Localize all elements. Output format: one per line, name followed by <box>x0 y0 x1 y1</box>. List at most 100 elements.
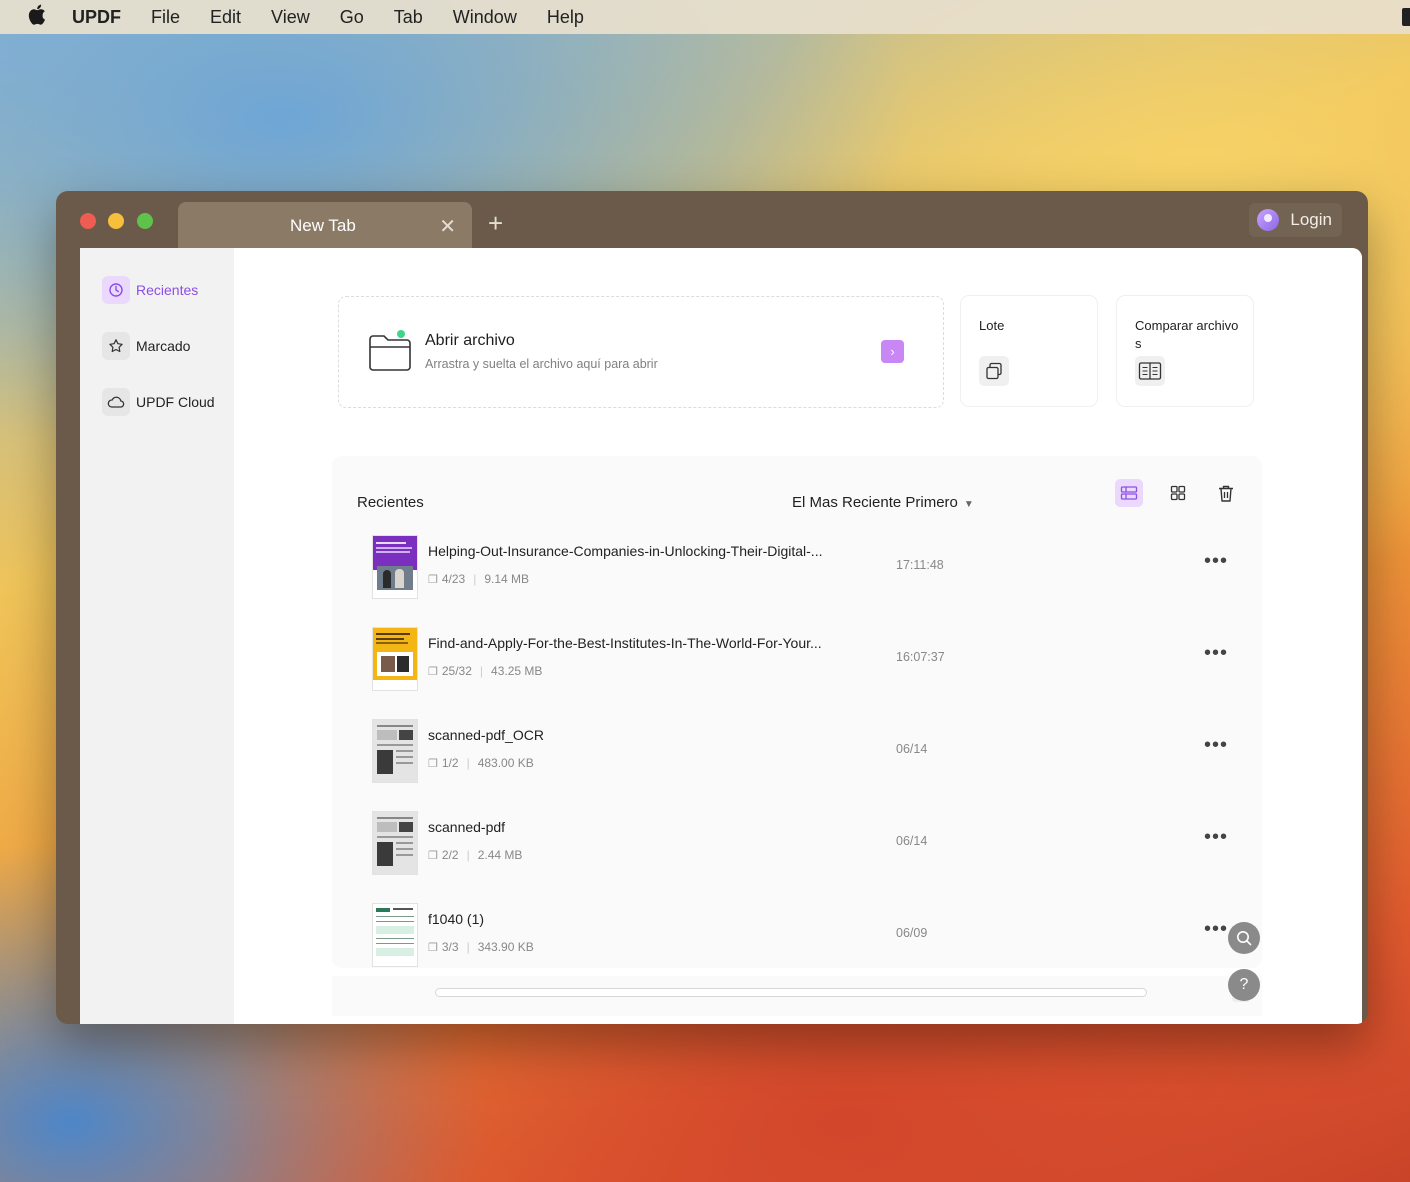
close-window-button[interactable] <box>80 213 96 229</box>
batch-label: Lote <box>979 318 1005 333</box>
compare-icon <box>1135 356 1165 386</box>
more-options-icon[interactable]: ••• <box>1204 550 1228 573</box>
open-file-title: Abrir archivo <box>425 332 515 349</box>
sidebar-item-marcado[interactable]: Marcado <box>102 332 198 360</box>
list-view-button[interactable] <box>1115 479 1143 507</box>
search-button[interactable] <box>1228 922 1260 954</box>
star-icon <box>102 332 130 360</box>
more-options-icon[interactable]: ••• <box>1204 734 1228 757</box>
sort-label: El Mas Reciente Primero <box>792 494 958 511</box>
more-options-icon[interactable]: ••• <box>1204 918 1228 941</box>
file-size: 343.90 KB <box>477 940 534 954</box>
zoom-window-button[interactable] <box>137 213 153 229</box>
app-window: New Tab ✕ + Login Recientes Marcado UPDF… <box>56 191 1368 1024</box>
file-size: 2.44 MB <box>477 848 523 862</box>
close-tab-icon[interactable]: ✕ <box>439 214 456 239</box>
menu-file[interactable]: File <box>151 7 180 28</box>
minimize-window-button[interactable] <box>108 213 124 229</box>
more-options-icon[interactable]: ••• <box>1204 642 1228 665</box>
menu-edit[interactable]: Edit <box>210 7 241 28</box>
batch-icon <box>979 356 1009 386</box>
recent-files-title: Recientes <box>357 494 424 511</box>
caret-down-icon: ▼ <box>963 499 974 510</box>
file-name[interactable]: f1040 (1) <box>428 911 484 927</box>
horizontal-scrollbar[interactable] <box>435 988 1147 997</box>
delete-button[interactable] <box>1212 479 1240 507</box>
file-pages: 1/2 <box>441 756 459 770</box>
main-area: Abrir archivo Arrastra y suelta el archi… <box>234 248 1362 1024</box>
user-avatar-icon <box>1257 209 1280 231</box>
file-row[interactable]: scanned-pdf_OCR ❐ 1/2 | 483.00 KB 06/14 ••• <box>332 708 1262 800</box>
menu-view[interactable]: View <box>271 7 310 28</box>
menu-go[interactable]: Go <box>340 7 364 28</box>
file-meta: ❐ 1/2 | 483.00 KB <box>428 756 534 770</box>
bottom-bar: + <box>332 976 1262 1016</box>
file-name[interactable]: scanned-pdf_OCR <box>428 727 544 743</box>
pages-icon: ❐ <box>428 757 438 770</box>
sidebar-item-recientes[interactable]: Recientes <box>102 276 206 304</box>
sort-dropdown[interactable]: El Mas Reciente Primero ▼ <box>792 494 974 511</box>
file-time: 16:07:37 <box>896 650 945 664</box>
sidebar-item-label: UPDF Cloud <box>136 394 215 410</box>
pages-icon: ❐ <box>428 665 438 678</box>
file-row[interactable]: scanned-pdf ❐ 2/2 | 2.44 MB 06/14 ••• <box>332 800 1262 892</box>
question-icon: ? <box>1239 976 1249 993</box>
sidebar-item-label: Recientes <box>136 282 199 298</box>
open-file-subtitle: Arrastra y suelta el archivo aquí para a… <box>425 357 658 371</box>
pages-icon: ❐ <box>428 941 438 954</box>
compare-files-card[interactable]: Comparar archivos <box>1117 296 1253 406</box>
file-thumbnail <box>373 812 417 874</box>
tab-title: New Tab <box>290 216 356 235</box>
sidebar-item-updf-cloud[interactable]: UPDF Cloud <box>102 388 223 416</box>
file-meta: ❐ 25/32 | 43.25 MB <box>428 664 543 678</box>
file-pages: 3/3 <box>441 940 459 954</box>
file-meta: ❐ 2/2 | 2.44 MB <box>428 848 523 862</box>
file-pages: 4/23 <box>441 572 466 586</box>
new-tab-button[interactable]: + <box>488 210 503 236</box>
recent-files-panel: Recientes El Mas Reciente Primero ▼ Help… <box>332 456 1262 968</box>
file-row[interactable]: Helping-Out-Insurance-Companies-in-Unloc… <box>332 524 1262 616</box>
menu-help[interactable]: Help <box>547 7 584 28</box>
file-size: 483.00 KB <box>477 756 534 770</box>
file-time: 06/09 <box>896 926 928 940</box>
file-size: 43.25 MB <box>491 664 543 678</box>
status-menu-icon[interactable] <box>1402 8 1410 26</box>
cloud-icon <box>102 388 130 416</box>
file-name[interactable]: scanned-pdf <box>428 819 505 835</box>
menu-window[interactable]: Window <box>453 7 517 28</box>
tab-new-tab[interactable]: New Tab ✕ <box>178 202 472 248</box>
file-time: 17:11:48 <box>896 558 944 572</box>
grid-view-button[interactable] <box>1164 479 1192 507</box>
login-label: Login <box>1290 210 1332 229</box>
pages-icon: ❐ <box>428 849 438 862</box>
file-thumbnail <box>373 536 417 598</box>
trash-icon <box>1219 485 1233 502</box>
batch-tool-card[interactable]: Lote <box>961 296 1097 406</box>
menu-bar: UPDF File Edit View Go Tab Window Help <box>0 0 1410 34</box>
file-time: 06/14 <box>896 834 928 848</box>
more-options-icon[interactable]: ••• <box>1204 826 1228 849</box>
chevron-right-icon[interactable]: › <box>881 340 904 363</box>
file-row[interactable]: Find-and-Apply-For-the-Best-Institutes-I… <box>332 616 1262 708</box>
file-name[interactable]: Helping-Out-Insurance-Companies-in-Unloc… <box>428 543 822 559</box>
sidebar-item-label: Marcado <box>136 338 191 354</box>
file-meta: ❐ 4/23 | 9.14 MB <box>428 572 530 586</box>
file-thumbnail <box>373 904 417 966</box>
pages-icon: ❐ <box>428 573 438 586</box>
app-content: Recientes Marcado UPDF Cloud Abrir archi… <box>80 248 1362 1024</box>
help-button[interactable]: ? <box>1228 969 1260 1001</box>
menu-app-name[interactable]: UPDF <box>72 7 121 28</box>
menu-tab[interactable]: Tab <box>394 7 423 28</box>
file-row[interactable]: f1040 (1) ❐ 3/3 | 343.90 KB 06/09 ••• <box>332 892 1262 968</box>
file-thumbnail <box>373 628 417 690</box>
login-button[interactable]: Login <box>1249 203 1342 237</box>
search-icon <box>1237 931 1252 946</box>
file-size: 9.14 MB <box>484 572 530 586</box>
open-file-dropzone[interactable]: Abrir archivo Arrastra y suelta el archi… <box>338 296 944 408</box>
apple-icon[interactable] <box>28 4 46 31</box>
file-name[interactable]: Find-and-Apply-For-the-Best-Institutes-I… <box>428 635 822 651</box>
file-time: 06/14 <box>896 742 928 756</box>
title-bar: New Tab ✕ + Login <box>56 191 1368 248</box>
compare-label: Comparar archivos <box>1135 318 1239 351</box>
file-meta: ❐ 3/3 | 343.90 KB <box>428 940 534 954</box>
